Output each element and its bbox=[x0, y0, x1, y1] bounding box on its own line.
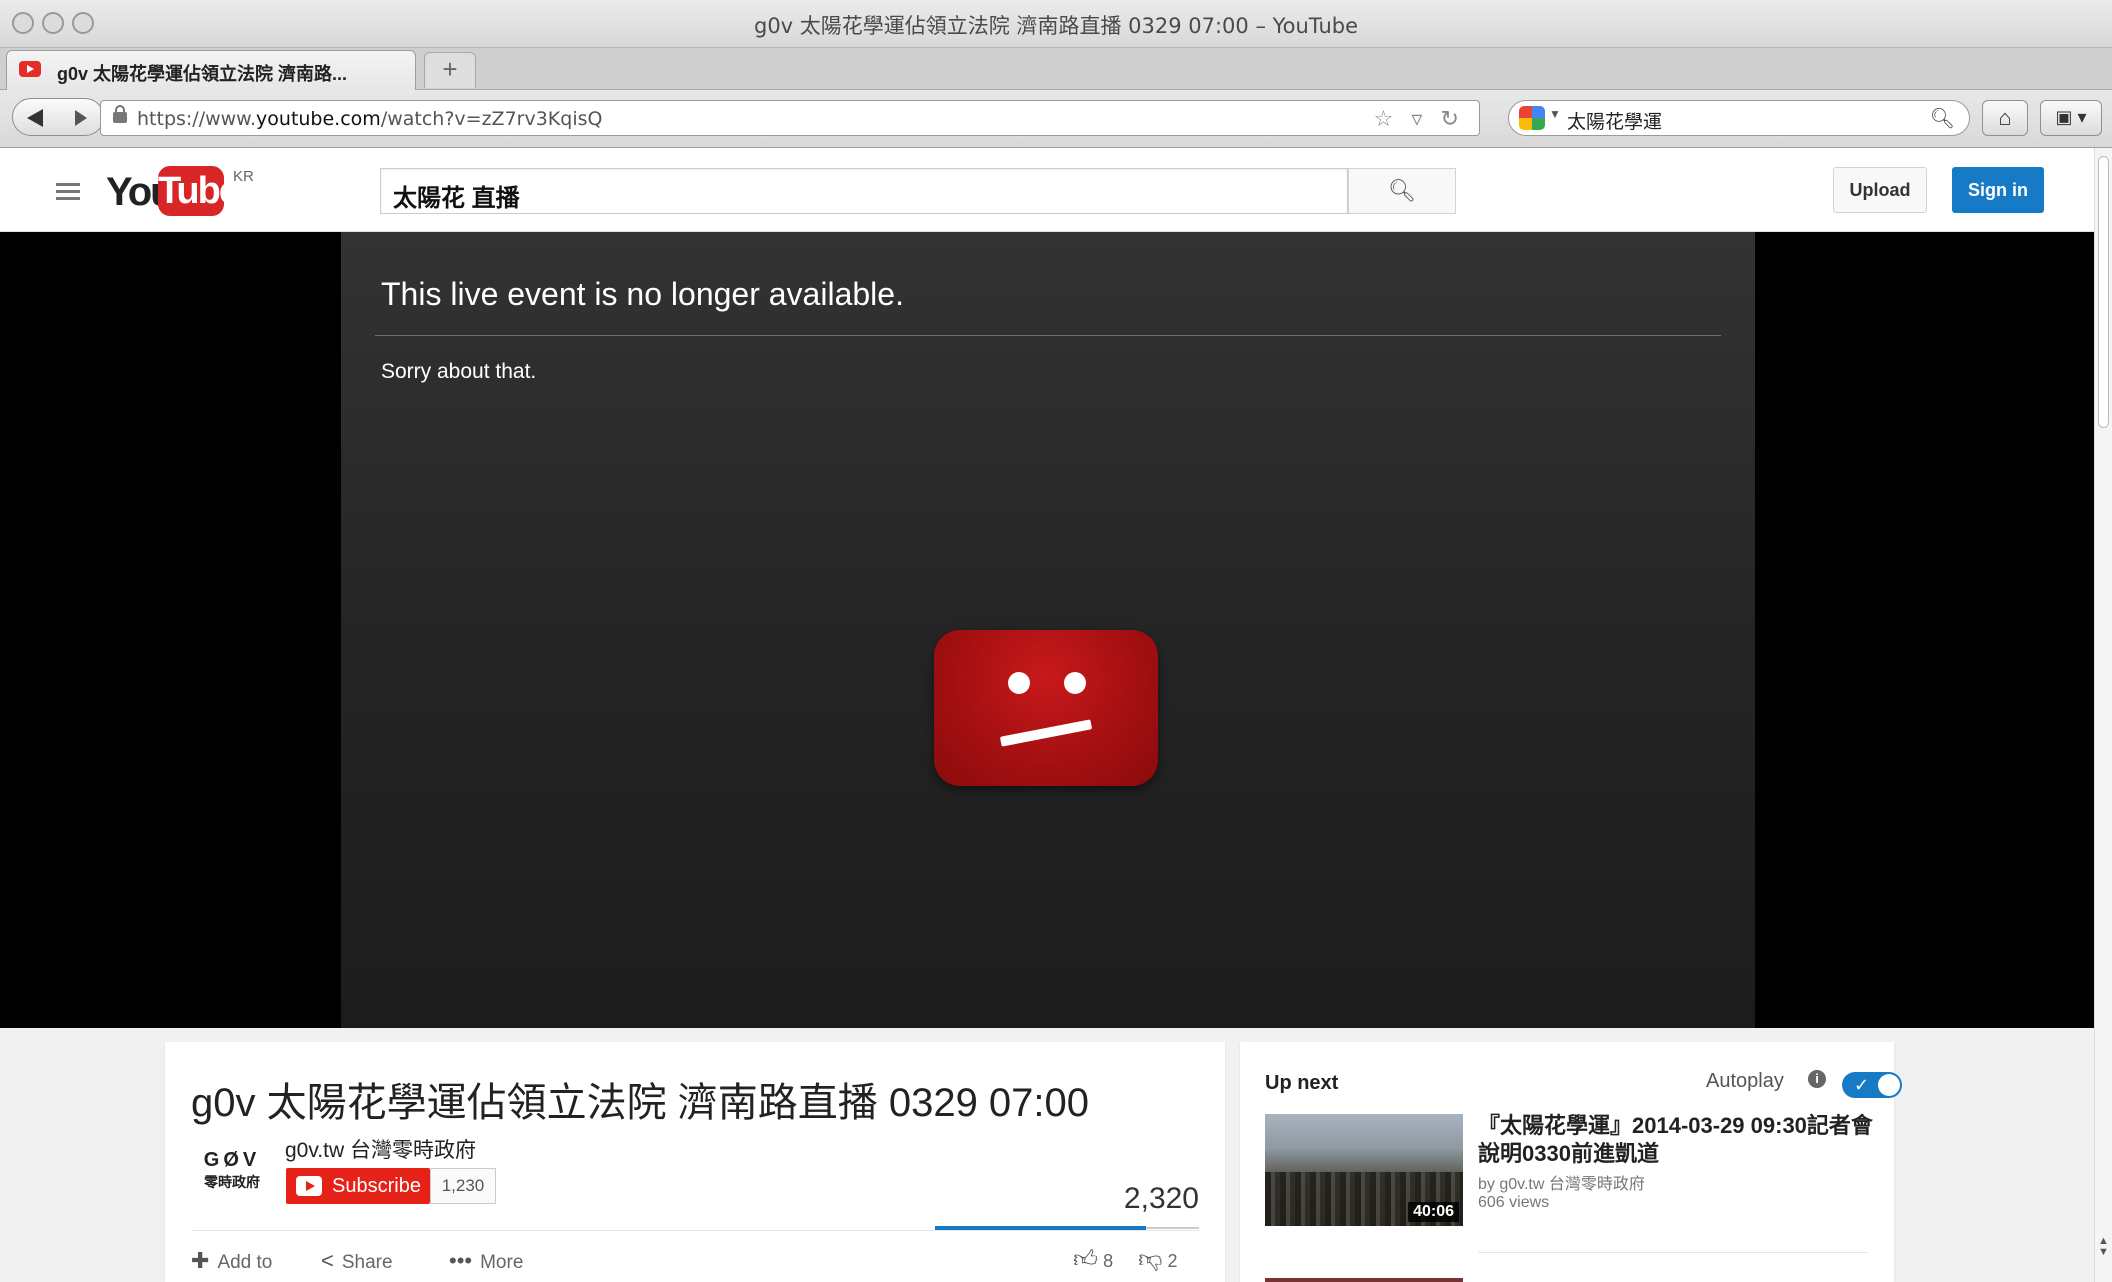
youtube-header: You Tube KR 太陽花 直播 🔍︎ Upload Sign in bbox=[0, 148, 2094, 232]
check-icon: ✓ bbox=[1854, 1075, 1870, 1095]
info-icon[interactable]: i bbox=[1808, 1070, 1826, 1088]
add-to-button[interactable]: ✚ Add to bbox=[191, 1248, 272, 1274]
video-duration: 40:06 bbox=[1408, 1202, 1459, 1222]
bookmarks-menu-button[interactable]: ▣ ▾ bbox=[2040, 100, 2102, 136]
autoplay-label: Autoplay bbox=[1706, 1070, 1784, 1092]
divider bbox=[191, 1230, 1199, 1231]
share-icon: < bbox=[321, 1248, 334, 1273]
share-button[interactable]: < Share bbox=[321, 1248, 393, 1274]
plus-icon: ✚ bbox=[191, 1248, 210, 1273]
window-title: g0v 太陽花學運佔領立法院 濟南路直播 0329 07:00 – YouTub… bbox=[753, 14, 1359, 38]
forward-arrow-icon[interactable] bbox=[75, 110, 87, 126]
youtube-favicon-icon bbox=[19, 61, 41, 77]
video-player[interactable]: This live event is no longer available. … bbox=[341, 232, 1755, 1028]
player-error-subtitle: Sorry about that. bbox=[381, 360, 537, 383]
like-button[interactable]: 👍︎ 8 bbox=[1073, 1246, 1113, 1273]
channel-name-link[interactable]: g0v.tw 台灣零時政府 bbox=[285, 1134, 476, 1164]
home-button[interactable]: ⌂ bbox=[1982, 100, 2028, 136]
home-icon: ⌂ bbox=[1998, 105, 2012, 130]
lock-icon bbox=[113, 105, 127, 123]
divider bbox=[1478, 1252, 1868, 1253]
up-next-card: Up next Autoplay i ✓ 40:06 『太陽花學運』2014-0… bbox=[1240, 1042, 1902, 1282]
like-dislike-buttons: 👍︎ 8 👎︎ 2 bbox=[1073, 1246, 1178, 1274]
new-tab-button[interactable]: + bbox=[424, 52, 476, 88]
up-next-channel: by g0v.tw 台灣零時政府 bbox=[1478, 1176, 1645, 1193]
tab-label: g0v 太陽花學運佔領立法院 濟南路... bbox=[57, 64, 348, 84]
dropdown-caret-icon: ▼ bbox=[1549, 107, 1561, 121]
more-dots-icon: ••• bbox=[449, 1248, 473, 1273]
search-engine-icon[interactable] bbox=[1519, 106, 1545, 130]
upload-button[interactable]: Upload bbox=[1833, 167, 1927, 213]
dislike-button[interactable]: 👎︎ 2 bbox=[1138, 1246, 1177, 1273]
navigation-toolbar: https://www.youtube.com/watch?v=zZ7rv3Kq… bbox=[0, 90, 2112, 148]
more-button[interactable]: ••• More bbox=[449, 1248, 523, 1274]
bookmarks-icon: ▣ ▾ bbox=[2055, 107, 2087, 127]
browser-search-text: 太陽花學運 bbox=[1567, 112, 1663, 133]
search-query-text: 太陽花 直播 bbox=[393, 185, 520, 212]
browser-search-bar[interactable]: ▼ 太陽花學運 🔍︎ bbox=[1508, 100, 1970, 136]
player-background: This live event is no longer available. … bbox=[0, 232, 2094, 1028]
video-info-card: g0v 太陽花學運佔領立法院 濟南路直播 0329 07:00 GØV 零時政府… bbox=[165, 1042, 1225, 1282]
player-error-title: This live event is no longer available. bbox=[381, 276, 904, 312]
bookmark-star-icon[interactable]: ☆ ▿ ↻ bbox=[1374, 106, 1465, 132]
page-scrollbar[interactable]: ▲ ▼ bbox=[2094, 148, 2112, 1282]
sign-in-button[interactable]: Sign in bbox=[1952, 167, 2044, 213]
search-input[interactable]: 太陽花 直播 bbox=[380, 168, 1348, 214]
thumbs-up-icon: 👍︎ bbox=[1073, 1246, 1099, 1273]
url-text: https://www.youtube.com/watch?v=zZ7rv3Kq… bbox=[137, 108, 603, 130]
region-code: KR bbox=[233, 168, 254, 185]
right-eye bbox=[1064, 672, 1086, 694]
browser-tab-active[interactable]: g0v 太陽花學運佔領立法院 濟南路... bbox=[6, 50, 416, 90]
back-forward-buttons bbox=[12, 98, 104, 136]
up-next-views: 606 views bbox=[1478, 1194, 1550, 1211]
search-icon: 🔍︎ bbox=[1388, 178, 1416, 203]
like-dislike-bar bbox=[935, 1226, 1199, 1230]
toggle-knob bbox=[1878, 1074, 1900, 1096]
scrollbar-thumb[interactable] bbox=[2098, 156, 2109, 428]
up-next-video-title[interactable]: 『太陽花學運』2014-03-29 09:30記者會 說明0330前進凱道 bbox=[1478, 1112, 1882, 1168]
autoplay-toggle[interactable]: ✓ bbox=[1842, 1072, 1902, 1098]
window-titlebar: g0v 太陽花學運佔領立法院 濟南路直播 0329 07:00 – YouTub… bbox=[0, 0, 2112, 48]
left-eye bbox=[1008, 672, 1030, 694]
divider bbox=[375, 335, 1721, 336]
search-button[interactable]: 🔍︎ bbox=[1348, 168, 1456, 214]
back-arrow-icon[interactable] bbox=[27, 109, 43, 127]
mouth bbox=[999, 719, 1093, 747]
channel-logo-caption: 零時政府 bbox=[204, 1174, 260, 1190]
thumbs-down-icon: 👎︎ bbox=[1138, 1246, 1163, 1273]
guide-menu-icon[interactable] bbox=[56, 183, 80, 186]
search-icon[interactable]: 🔍︎ bbox=[1930, 106, 1955, 131]
scroll-arrows-icon[interactable]: ▲ ▼ bbox=[2098, 1236, 2109, 1258]
address-bar[interactable]: https://www.youtube.com/watch?v=zZ7rv3Kq… bbox=[100, 100, 1480, 136]
next-video-thumbnail[interactable] bbox=[1265, 1278, 1463, 1282]
up-next-label: Up next bbox=[1265, 1072, 1339, 1094]
view-count: 2,320 bbox=[1123, 1182, 1199, 1215]
channel-logo-mark: GØV bbox=[203, 1149, 261, 1171]
video-thumbnail[interactable]: 40:06 bbox=[1265, 1114, 1463, 1226]
channel-avatar[interactable]: GØV 零時政府 bbox=[195, 1148, 269, 1200]
youtube-logo-tube[interactable]: Tube bbox=[158, 166, 240, 216]
subscriber-count: 1,230 bbox=[430, 1168, 496, 1204]
tab-bar: g0v 太陽花學運佔領立法院 濟南路... + bbox=[0, 48, 2112, 90]
subscribe-button[interactable]: Subscribe bbox=[286, 1168, 430, 1204]
sad-youtube-face-icon bbox=[934, 630, 1158, 786]
video-title: g0v 太陽花學運佔領立法院 濟南路直播 0329 07:00 bbox=[191, 1081, 1090, 1125]
